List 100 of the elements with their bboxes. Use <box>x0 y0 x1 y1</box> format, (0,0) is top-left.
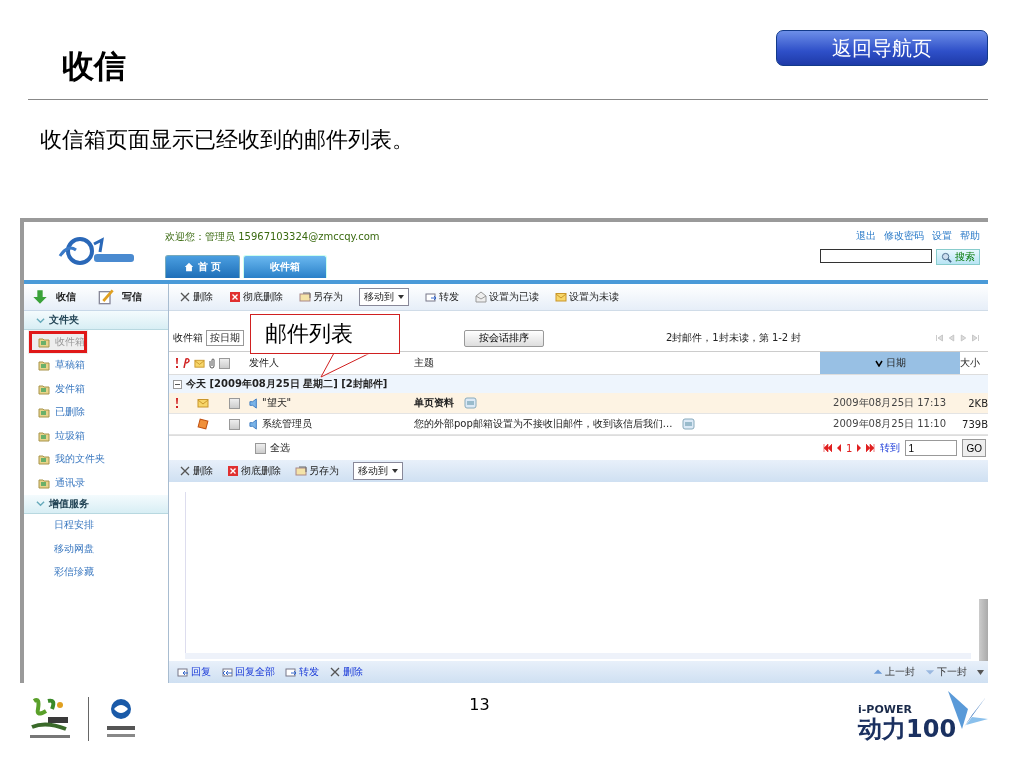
mail-row[interactable]: 系统管理员 您的外部pop邮箱设置为不接收旧邮件，收到该信后我们... 2009年08月25日 11:10 739B <box>169 414 988 435</box>
logo-name: 动力100 <box>858 716 958 742</box>
preview-icon[interactable] <box>682 418 696 430</box>
size-cell-text: 739B <box>961 418 988 430</box>
checkbox[interactable] <box>229 397 240 409</box>
back-to-navigation-button[interactable]: 返回导航页 <box>776 30 988 66</box>
toolbar-button[interactable]: 设置为已读 <box>475 290 539 304</box>
checkbox[interactable] <box>255 442 266 454</box>
toolbar-button[interactable]: 彻底删除 <box>229 290 283 304</box>
column-header[interactable]: 主题 <box>414 356 820 370</box>
message-nav-link[interactable]: 上一封 <box>873 665 915 679</box>
page-number[interactable]: 1 <box>846 442 853 454</box>
page-nav-icon[interactable] <box>935 333 944 343</box>
reply-all-icon <box>221 666 233 678</box>
close-icon <box>179 291 191 303</box>
move-to-dropdown[interactable]: 移动到 <box>353 462 403 480</box>
callout-pointer <box>320 353 372 378</box>
search-field[interactable] <box>820 249 932 263</box>
welcome-text: 欢迎您：管理员 15967103324@zmccqy.com <box>165 230 381 244</box>
search-button[interactable]: 搜索 <box>936 249 980 265</box>
nav-tab[interactable]: 首 页 <box>165 255 241 278</box>
folder-icon <box>38 453 50 466</box>
close-icon <box>329 666 341 678</box>
speaker-icon[interactable] <box>249 418 260 430</box>
sort-by-conversation-button[interactable]: 按会话排序 <box>464 329 544 347</box>
sort-select[interactable]: 按日期 <box>206 330 244 346</box>
toolbar-button[interactable]: 设置为未读 <box>555 290 619 304</box>
sidebar-item[interactable]: 发件箱 <box>24 377 168 401</box>
slide-subtitle: 收信箱页面显示已经收到的邮件列表。 <box>40 126 415 154</box>
next-page-icon[interactable] <box>857 444 862 452</box>
sidebar-item[interactable]: 已删除 <box>24 400 168 424</box>
sidebar-action[interactable]: 收信 <box>32 289 76 305</box>
header-link[interactable]: 修改密码 <box>884 229 924 243</box>
reader-action[interactable]: 回复 <box>177 665 211 679</box>
page-nav-icon[interactable] <box>971 333 980 343</box>
down-arrow-icon <box>925 667 935 677</box>
flag-icon <box>183 358 190 368</box>
scrollbar[interactable] <box>979 599 988 661</box>
search-icon <box>941 251 952 263</box>
sort-caret-icon <box>874 359 883 367</box>
message-nav-link[interactable]: 下一封 <box>925 665 967 679</box>
header-link[interactable]: 退出 <box>856 229 876 243</box>
sidebar-item[interactable]: 移动网盘 <box>24 537 168 561</box>
last-page-icon[interactable] <box>866 444 876 452</box>
speaker-icon[interactable] <box>249 397 260 409</box>
subject-cell: 单页资料 <box>414 396 454 410</box>
paperclip-icon <box>209 357 215 369</box>
collapse-icon[interactable] <box>173 379 182 389</box>
sidebar-action[interactable]: 写信 <box>98 289 142 305</box>
toolbar-button[interactable]: 彻底删除 <box>227 464 281 478</box>
home-icon <box>184 262 194 272</box>
sidebar-item[interactable]: 草稿箱 <box>24 353 168 377</box>
date-cell-text: 2009年08月25日 11:10 <box>832 417 947 431</box>
subject-cell: 您的外部pop邮箱设置为不接收旧邮件，收到该信后我们... <box>414 417 673 431</box>
sidebar-item[interactable]: 彩信珍藏 <box>24 560 168 584</box>
toolbar-button[interactable]: 另存为 <box>295 464 339 478</box>
logo-tagline: i-POWER <box>858 703 913 716</box>
reader-action[interactable]: 删除 <box>329 665 363 679</box>
first-page-icon[interactable] <box>823 444 833 452</box>
folder-icon <box>38 382 50 395</box>
scroll-down-icon[interactable] <box>977 669 984 675</box>
chevron-icon <box>36 315 45 325</box>
toolbar-button[interactable]: 删除 <box>179 464 213 478</box>
group-label: 今天 [2009年08月25日 星期二] [2封邮件] <box>186 377 388 391</box>
slide-title: 收信 <box>62 46 126 87</box>
mail-row[interactable]: "望天" 单页资料 2009年08月25日 17:13 2KB <box>169 393 988 414</box>
toolbar-button[interactable]: 删除 <box>179 290 213 304</box>
go-button[interactable]: GO <box>962 439 986 457</box>
reader-action[interactable]: 转发 <box>285 665 319 679</box>
column-header[interactable]: 大小 <box>960 356 988 370</box>
sidebar-section[interactable]: 文件夹 <box>24 311 168 330</box>
column-header[interactable]: 日期 <box>820 352 960 374</box>
folder-icon <box>38 429 50 442</box>
page-number: 13 <box>468 695 491 714</box>
open-envelope-icon <box>475 291 487 303</box>
toolbar-button[interactable]: 转发 <box>425 290 459 304</box>
checkbox[interactable] <box>229 418 240 430</box>
sidebar-item[interactable]: 通讯录 <box>24 471 168 495</box>
sender-cell: "望天" <box>262 396 292 410</box>
header-link[interactable]: 设置 <box>932 229 952 243</box>
sidebar-item[interactable]: 垃圾箱 <box>24 424 168 448</box>
folder-icon <box>38 335 50 348</box>
preview-icon[interactable] <box>464 397 477 409</box>
folder-label: 收件箱 <box>173 331 203 345</box>
envelope-icon <box>197 397 209 409</box>
chevron-icon <box>36 499 45 508</box>
header-link[interactable]: 帮助 <box>960 229 980 243</box>
checkbox[interactable] <box>219 357 230 369</box>
toolbar-button[interactable]: 另存为 <box>299 290 343 304</box>
reply-icon <box>177 666 189 678</box>
previous-page-icon[interactable] <box>837 444 842 452</box>
reader-action[interactable]: 回复全部 <box>221 665 275 679</box>
sidebar-item[interactable]: 我的文件夹 <box>24 447 168 471</box>
forward-icon <box>425 291 437 303</box>
page-input[interactable]: 1 <box>905 440 958 456</box>
move-to-dropdown[interactable]: 移动到 <box>359 288 409 306</box>
sidebar-section[interactable]: 增值服务 <box>24 494 168 514</box>
up-arrow-icon <box>873 667 883 677</box>
sidebar-item[interactable]: 日程安排 <box>24 513 168 537</box>
column-header[interactable]: 发件人 <box>249 356 414 370</box>
